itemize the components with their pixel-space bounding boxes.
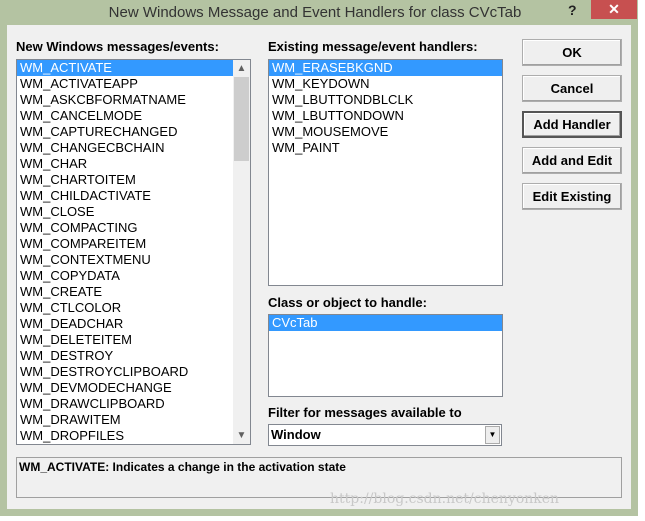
cancel-button[interactable]: Cancel xyxy=(522,75,622,102)
handlers-label: Existing message/event handlers: xyxy=(268,39,478,54)
ok-button[interactable]: OK xyxy=(522,39,622,66)
help-button[interactable]: ? xyxy=(568,2,577,18)
message-list-item[interactable]: WM_DRAWCLIPBOARD xyxy=(17,396,250,412)
message-list-item[interactable]: WM_CHAR xyxy=(17,156,250,172)
handler-list-item[interactable]: WM_LBUTTONDBLCLK xyxy=(269,92,502,108)
message-list-item[interactable]: WM_DEVMODECHANGE xyxy=(17,380,250,396)
message-list-item[interactable]: WM_DELETEITEM xyxy=(17,332,250,348)
message-list-item[interactable]: WM_DRAWITEM xyxy=(17,412,250,428)
handler-list-item[interactable]: WM_ERASEBKGND xyxy=(269,60,502,76)
scroll-down-icon[interactable]: ▼ xyxy=(233,427,250,444)
message-list-item[interactable]: WM_CONTEXTMENU xyxy=(17,252,250,268)
message-list-item[interactable]: WM_ACTIVATEAPP xyxy=(17,76,250,92)
add-handler-button[interactable]: Add Handler xyxy=(522,111,622,138)
message-list-item[interactable]: WM_CTLCOLOR xyxy=(17,300,250,316)
class-list-item[interactable]: CVcTab xyxy=(269,315,502,331)
description-text: WM_ACTIVATE: Indicates a change in the a… xyxy=(19,460,346,474)
message-list-item[interactable]: WM_CANCELMODE xyxy=(17,108,250,124)
message-list-item[interactable]: WM_CHILDACTIVATE xyxy=(17,188,250,204)
filter-label: Filter for messages available to xyxy=(268,405,462,420)
message-list-item[interactable]: WM_DESTROY xyxy=(17,348,250,364)
close-button[interactable]: ✕ xyxy=(591,0,637,19)
add-and-edit-button[interactable]: Add and Edit xyxy=(522,147,622,174)
handler-list-item[interactable]: WM_MOUSEMOVE xyxy=(269,124,502,140)
scroll-thumb[interactable] xyxy=(234,77,249,161)
dialog-client: New Windows messages/events: WM_ACTIVATE… xyxy=(7,25,631,509)
message-list-item[interactable]: WM_CAPTURECHANGED xyxy=(17,124,250,140)
message-list-item[interactable]: WM_CHANGECBCHAIN xyxy=(17,140,250,156)
dropdown-arrow-icon[interactable]: ▼ xyxy=(485,426,500,444)
messages-scrollbar[interactable]: ▲ ▼ xyxy=(233,60,250,444)
messages-label: New Windows messages/events: xyxy=(16,39,219,54)
messages-listbox[interactable]: WM_ACTIVATE WM_ACTIVATEAPP WM_ASKCBFORMATN… xyxy=(16,59,251,445)
handlers-listbox[interactable]: WM_ERASEBKGND WM_KEYDOWN WM_LBUTTONDBLCLK W… xyxy=(268,59,503,286)
message-list-item[interactable]: WM_ACTIVATE xyxy=(17,60,250,76)
message-list-item[interactable]: WM_DROPFILES xyxy=(17,428,250,444)
filter-combobox[interactable]: Window ▼ xyxy=(268,424,502,446)
message-list-item[interactable]: WM_COMPACTING xyxy=(17,220,250,236)
edit-existing-button[interactable]: Edit Existing xyxy=(522,183,622,210)
message-list-item[interactable]: WM_DEADCHAR xyxy=(17,316,250,332)
handler-list-item[interactable]: WM_KEYDOWN xyxy=(269,76,502,92)
message-list-item[interactable]: WM_CLOSE xyxy=(17,204,250,220)
message-list-item[interactable]: WM_ASKCBFORMATNAME xyxy=(17,92,250,108)
class-label: Class or object to handle: xyxy=(268,295,427,310)
class-listbox[interactable]: CVcTab xyxy=(268,314,503,397)
filter-value: Window xyxy=(271,427,321,442)
message-list-item[interactable]: WM_CREATE xyxy=(17,284,250,300)
message-list-item[interactable]: WM_DESTROYCLIPBOARD xyxy=(17,364,250,380)
window-title: New Windows Message and Event Handlers f… xyxy=(108,4,522,21)
scroll-up-icon[interactable]: ▲ xyxy=(233,60,250,77)
message-list-item[interactable]: WM_CHARTOITEM xyxy=(17,172,250,188)
handler-list-item[interactable]: WM_PAINT xyxy=(269,140,502,156)
handler-list-item[interactable]: WM_LBUTTONDOWN xyxy=(269,108,502,124)
message-list-item[interactable]: WM_COPYDATA xyxy=(17,268,250,284)
dialog-window: New Windows Message and Event Handlers f… xyxy=(0,0,638,516)
watermark: http://blog.csdn.net/chenyonken xyxy=(330,491,560,507)
message-list-item[interactable]: WM_COMPAREITEM xyxy=(17,236,250,252)
